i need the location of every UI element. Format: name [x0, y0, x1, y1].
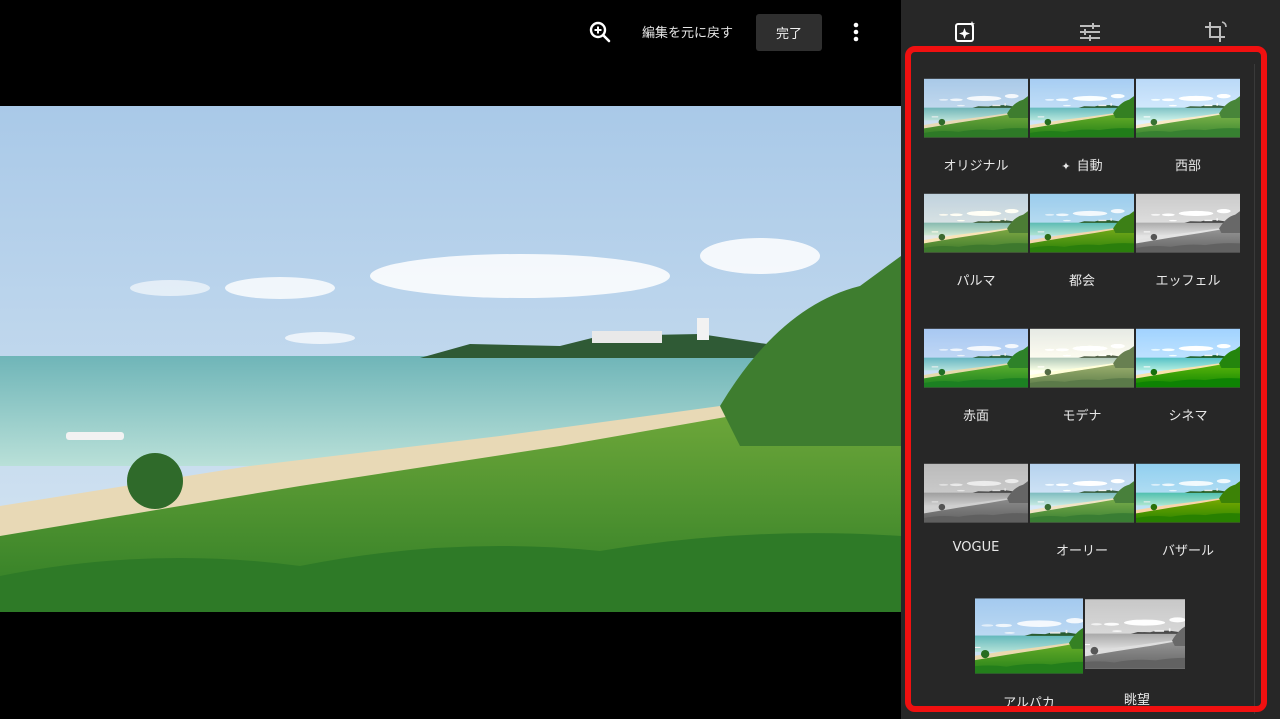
edited-photo — [0, 106, 901, 612]
photo-editor: 編集を元に戻す 完了 — [0, 0, 901, 719]
filter-label: VOGUE — [952, 540, 1000, 555]
crop-rotate-icon[interactable] — [1201, 18, 1229, 46]
filter-thumbnail — [924, 451, 1028, 535]
filter-label: モデナ — [1062, 409, 1102, 424]
more-vert-icon[interactable] — [846, 20, 866, 44]
filter-thumbnail — [924, 316, 1028, 400]
filter-label: アルパカ — [1003, 696, 1055, 711]
filters-icon[interactable] — [951, 18, 979, 46]
edit-tabs — [901, 0, 1280, 64]
filter-label: 都会 — [1068, 274, 1095, 289]
filter-thumbnail — [975, 582, 1083, 690]
adjust-sliders-icon[interactable] — [1076, 18, 1104, 46]
done-button[interactable]: 完了 — [756, 14, 822, 51]
filter-label: ✦ 自動 — [1061, 159, 1103, 174]
filter-label: エッフェル — [1155, 274, 1221, 289]
filter-thumbnail — [924, 66, 1028, 150]
sparkle-icon: ✦ — [1061, 160, 1071, 173]
filter-scrollbar[interactable] — [1254, 64, 1255, 714]
filter-grid: オリジナル ✦ 自動 西部 パルマ 都会 エッフェル 赤面 モデナ シネマ VO… — [924, 64, 1240, 714]
filter-thumbnail — [1136, 66, 1240, 150]
editor-toolbar: 編集を元に戻す 完了 — [0, 0, 901, 64]
filter-thumbnail — [1136, 451, 1240, 535]
zoom-in-icon[interactable] — [586, 18, 614, 46]
filter-label: オリジナル — [943, 159, 1009, 174]
filter-thumbnail — [1030, 66, 1134, 150]
filter-thumbnail — [1030, 316, 1134, 400]
filter-thumbnail — [1136, 316, 1240, 400]
filter-thumbnail — [924, 181, 1028, 265]
filter-thumbnail — [1136, 181, 1240, 265]
filter-label: シネマ — [1168, 409, 1208, 424]
filter-thumbnail — [1030, 451, 1134, 535]
filter-thumbnail — [1085, 584, 1185, 684]
filter-label: パルマ — [956, 274, 996, 289]
filter-label: オーリー — [1055, 544, 1108, 559]
filter-thumbnail — [1030, 181, 1134, 265]
undo-edits-button[interactable]: 編集を元に戻す — [642, 22, 733, 41]
filter-label: バザール — [1161, 544, 1214, 559]
filter-label: 赤面 — [962, 409, 989, 424]
filter-label: 眺望 — [1123, 693, 1150, 708]
filter-label: 西部 — [1174, 159, 1201, 174]
